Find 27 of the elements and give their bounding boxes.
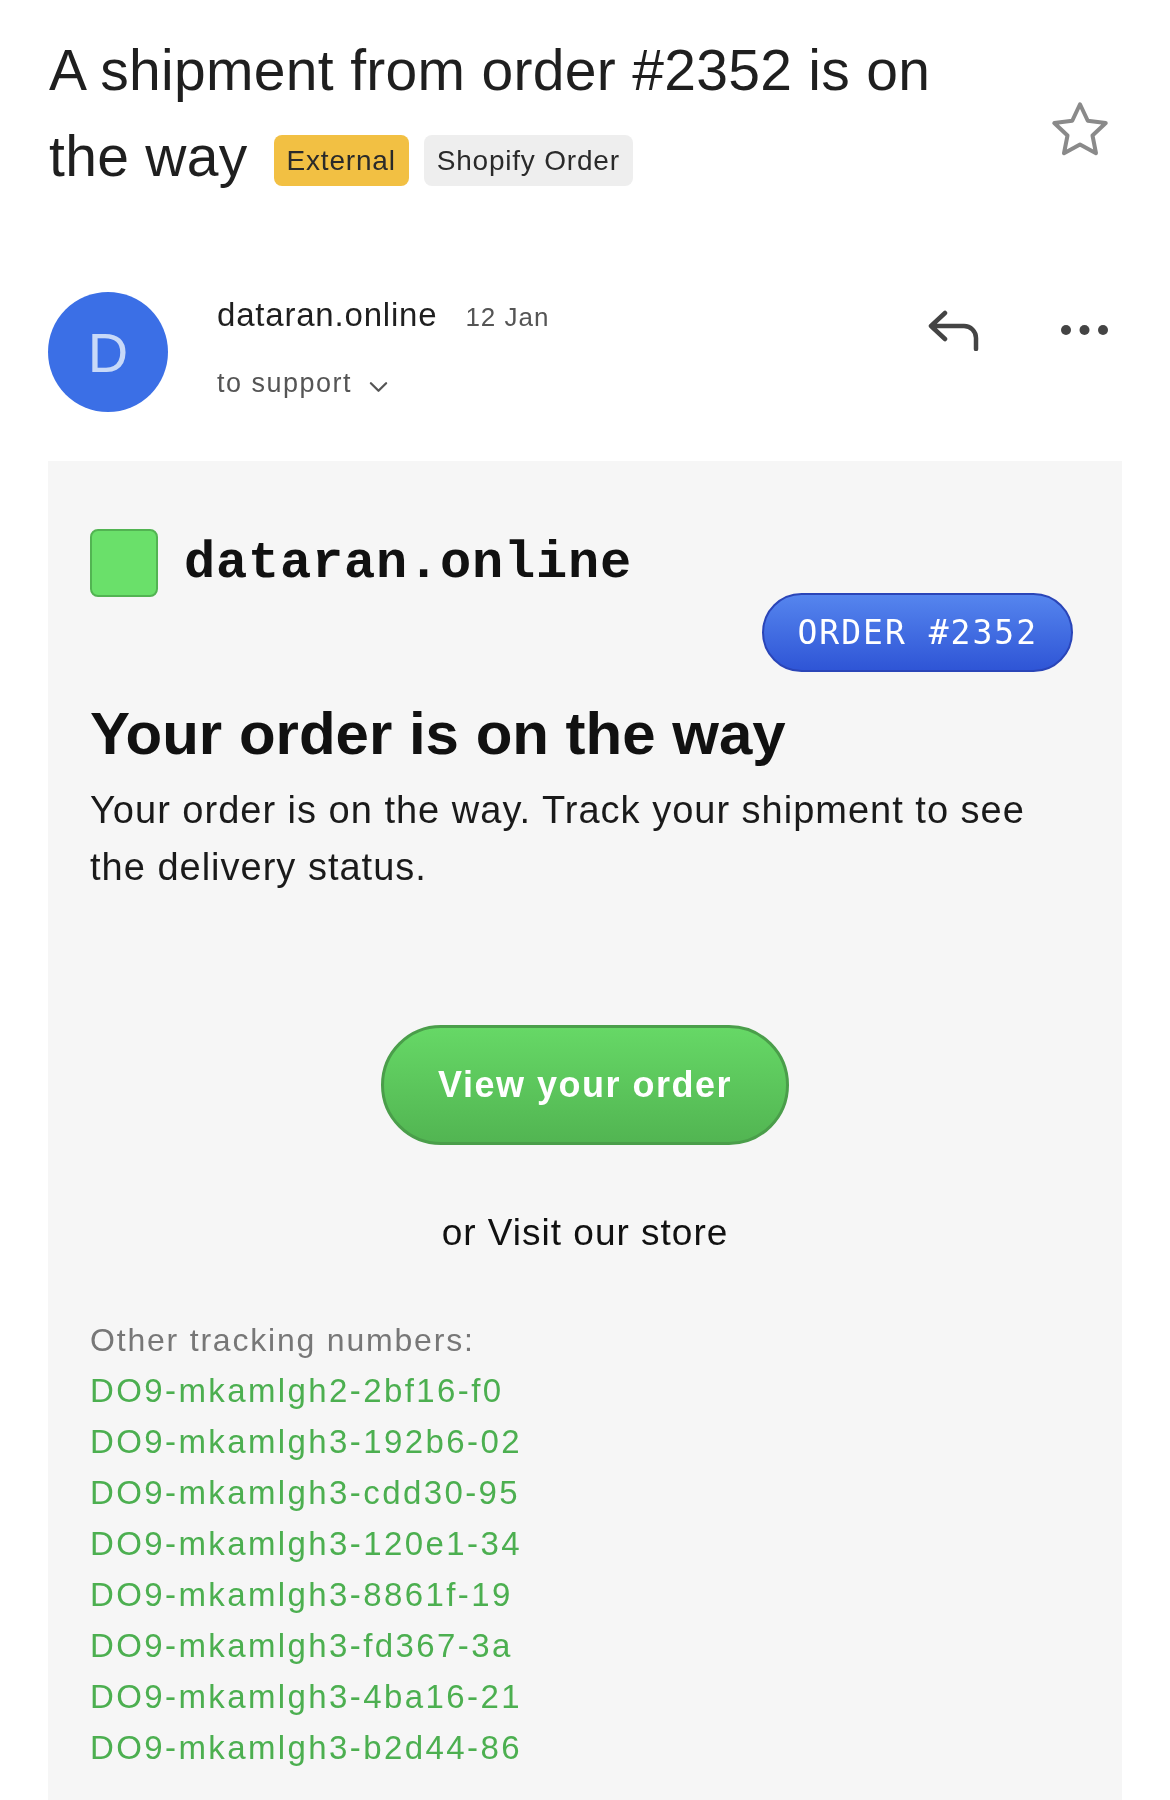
order-number-tag: ORDER #2352 — [762, 593, 1073, 672]
tracking-number-link[interactable]: DO9-mkamlgh3-8861f-19 — [90, 1569, 513, 1620]
label-tag[interactable]: External — [273, 134, 409, 186]
tracking-number-link[interactable]: DO9-mkamlgh3-fd367-3a — [90, 1620, 513, 1671]
email-subject-line: the way — [49, 123, 248, 190]
tracking-number-link[interactable]: DO9-mkamlgh3-192b6-02 — [90, 1416, 522, 1467]
tracking-label: Other tracking numbers: — [90, 1321, 475, 1360]
tracking-number-link[interactable]: DO9-mkamlgh3-cdd30-95 — [90, 1467, 521, 1518]
email-date: 12 Jan — [465, 301, 550, 334]
tracking-number-link[interactable]: DO9-mkamlgh3-b2d44-86 — [90, 1722, 522, 1773]
square-logo-icon — [90, 529, 158, 597]
message-text: Your order is on the way. Track your shipment to see the delivery status. — [90, 788, 1026, 890]
visit-store-link[interactable]: or Visit our store — [441, 1211, 729, 1255]
view-order-button[interactable]: View your order — [381, 1025, 789, 1145]
sender-avatar: D — [48, 292, 168, 412]
more-options-icon[interactable] — [1061, 325, 1108, 335]
label-tag[interactable]: Shopify Order — [423, 134, 633, 186]
tracking-number-link[interactable]: DO9-mkamlgh3-120e1-34 — [90, 1518, 522, 1569]
tracking-number-link[interactable]: DO9-mkamlgh2-2bf16-f0 — [90, 1365, 504, 1416]
sender-name: dataran.online — [217, 295, 438, 335]
recipient-details-toggle[interactable]: to support — [217, 363, 389, 403]
tracking-number-link[interactable]: DO9-mkamlgh3-4ba16-21 — [90, 1671, 522, 1722]
email-subject-line: A shipment from order #2352 is on — [49, 37, 931, 104]
store-name: dataran.online — [184, 533, 633, 593]
message-heading: Your order is on the way — [90, 702, 786, 766]
chevron-down-icon — [369, 381, 389, 393]
reply-icon[interactable] — [928, 309, 980, 351]
